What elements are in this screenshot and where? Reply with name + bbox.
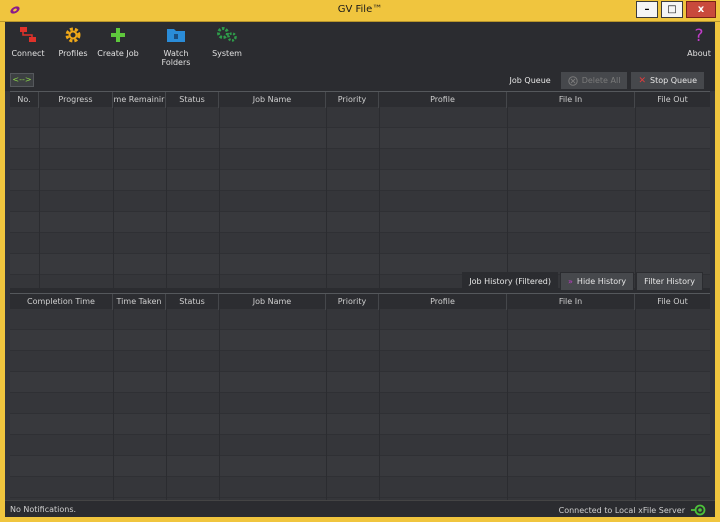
column-divider: [166, 107, 167, 288]
job-history-table[interactable]: Completion Time Time Taken Status Job Na…: [10, 293, 710, 500]
stop-icon: ✕: [638, 75, 646, 86]
column-header[interactable]: Priority: [326, 92, 379, 108]
column-header[interactable]: Job Name: [219, 92, 326, 108]
table-row[interactable]: [10, 212, 710, 233]
folder-icon: [167, 29, 185, 42]
column-header[interactable]: File In: [507, 294, 635, 310]
help-icon: ?: [694, 26, 703, 44]
column-header[interactable]: Profile: [379, 294, 507, 310]
window-title: GV File™: [337, 4, 383, 15]
column-divider: [507, 107, 508, 288]
delete-all-button[interactable]: Delete All: [559, 71, 629, 90]
column-header[interactable]: No.: [10, 92, 39, 108]
table-row[interactable]: [10, 393, 710, 414]
create-job-button[interactable]: Create Job: [97, 26, 139, 58]
column-header[interactable]: Profile: [379, 92, 507, 108]
delete-circle-icon: [567, 75, 578, 86]
close-button[interactable]: x: [686, 1, 716, 18]
column-header[interactable]: Priority: [326, 294, 379, 310]
job-queue-label: Job Queue: [502, 71, 558, 90]
system-label: System: [212, 49, 242, 58]
svg-text:?: ?: [694, 26, 703, 44]
title-bar: GV File™ – □ x: [0, 0, 720, 22]
column-header[interactable]: Job Name: [219, 294, 326, 310]
history-toolbar: Job History (Filtered) » Hide History Fi…: [462, 272, 703, 291]
table-row[interactable]: [10, 456, 710, 477]
about-button[interactable]: ? About: [685, 26, 713, 58]
column-divider: [166, 309, 167, 500]
column-divider: [379, 107, 380, 288]
column-divider: [113, 107, 114, 288]
column-divider: [635, 107, 636, 288]
create-job-label: Create Job: [97, 49, 139, 58]
column-header[interactable]: File Out: [635, 294, 710, 310]
column-divider: [326, 309, 327, 500]
maximize-button[interactable]: □: [661, 1, 683, 18]
queue-table-header: No. Progress me Remainir Status Job Name…: [10, 91, 710, 108]
table-row[interactable]: [10, 149, 710, 170]
column-header[interactable]: Status: [166, 92, 219, 108]
table-row[interactable]: [10, 309, 710, 330]
table-row[interactable]: [10, 128, 710, 149]
table-row[interactable]: [10, 107, 710, 128]
swap-panels-button[interactable]: <-->: [10, 73, 34, 87]
column-divider: [113, 309, 114, 500]
profiles-label: Profiles: [58, 49, 88, 58]
column-divider: [326, 107, 327, 288]
connect-icon: [20, 27, 36, 42]
filter-history-button[interactable]: Filter History: [636, 272, 703, 291]
column-header[interactable]: me Remainir: [113, 92, 166, 108]
column-header[interactable]: File In: [507, 92, 635, 108]
table-row[interactable]: [10, 191, 710, 212]
notifications-text: No Notifications.: [10, 505, 77, 514]
column-divider: [219, 309, 220, 500]
about-label: About: [687, 49, 711, 58]
delete-all-label: Delete All: [581, 76, 621, 85]
table-row[interactable]: [10, 372, 710, 393]
connected-plug-icon[interactable]: [691, 504, 707, 516]
column-header[interactable]: Status: [166, 294, 219, 310]
table-row[interactable]: [10, 330, 710, 351]
table-row[interactable]: [10, 233, 710, 254]
queue-toolbar: <--> Job Queue Delete All ✕ Stop Queue: [5, 70, 715, 91]
stop-queue-button[interactable]: ✕ Stop Queue: [630, 71, 705, 90]
table-row[interactable]: [10, 477, 710, 498]
watch-folders-button[interactable]: Watch Folders: [148, 26, 204, 67]
job-history-label: Job History (Filtered): [462, 272, 559, 291]
column-divider: [219, 107, 220, 288]
main-toolbar: Connect Profiles Create Job Watch Folder…: [5, 22, 715, 70]
table-row[interactable]: [10, 351, 710, 372]
watch-folders-label: Watch Folders: [161, 49, 191, 67]
gears-icon: [217, 27, 237, 42]
table-row[interactable]: [10, 435, 710, 456]
column-header[interactable]: File Out: [635, 92, 710, 108]
connection-status-text: Connected to Local xFile Server: [558, 505, 685, 515]
table-row[interactable]: [10, 170, 710, 191]
connect-button[interactable]: Connect: [11, 26, 45, 58]
hide-history-button[interactable]: » Hide History: [560, 272, 635, 291]
column-header[interactable]: Time Taken: [113, 294, 166, 310]
stop-queue-label: Stop Queue: [649, 76, 697, 85]
hide-history-label: Hide History: [576, 277, 627, 286]
status-bar: No Notifications. Connected to Local xFi…: [5, 500, 715, 517]
history-table-header: Completion Time Time Taken Status Job Na…: [10, 293, 710, 310]
column-divider: [39, 107, 40, 288]
table-row[interactable]: [10, 414, 710, 435]
connect-label: Connect: [11, 49, 45, 58]
minimize-button[interactable]: –: [636, 1, 658, 18]
gear-icon: [65, 27, 81, 43]
column-divider: [507, 309, 508, 500]
double-chevron-down-icon: »: [568, 277, 573, 286]
plus-icon: [111, 28, 125, 42]
column-divider: [635, 309, 636, 500]
column-header[interactable]: Progress: [39, 92, 113, 108]
profiles-button[interactable]: Profiles: [55, 26, 91, 58]
column-divider: [379, 309, 380, 500]
job-queue-table[interactable]: No. Progress me Remainir Status Job Name…: [10, 91, 710, 288]
system-button[interactable]: System: [211, 26, 243, 58]
column-header[interactable]: Completion Time: [10, 294, 113, 310]
